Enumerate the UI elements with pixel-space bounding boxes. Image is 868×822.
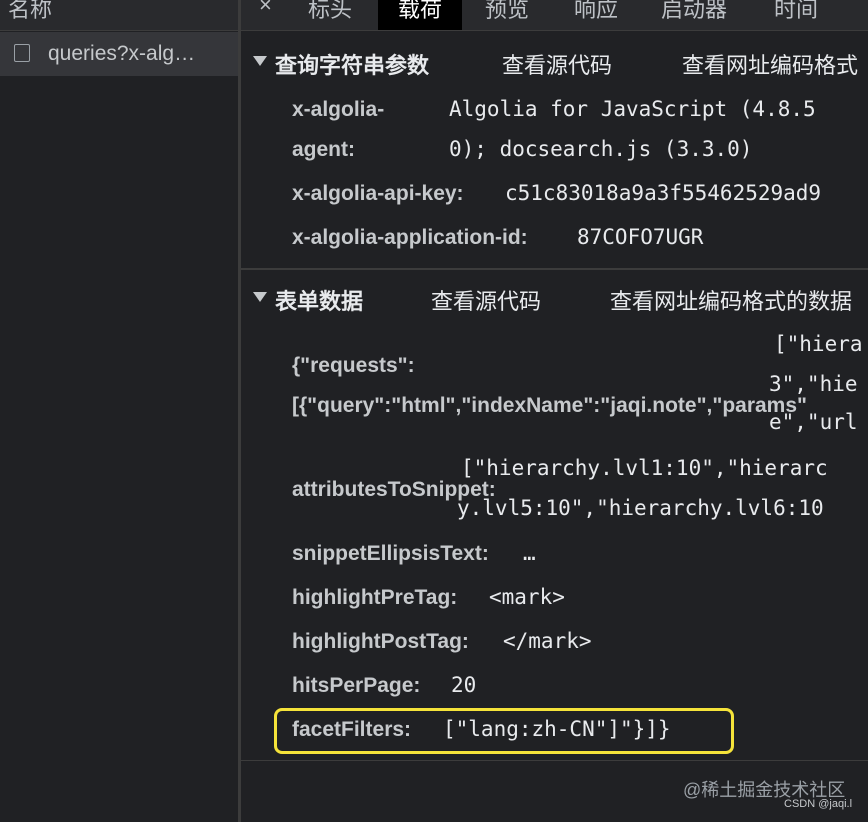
request-checkbox-icon[interactable]	[14, 44, 30, 62]
form-key: snippetEllipsisText:	[292, 542, 489, 565]
form-value: 3","hie	[769, 372, 858, 396]
form-value: ["hierarchy.lvl1:10","hierarc	[461, 456, 828, 480]
form-key: facetFilters:	[292, 718, 412, 741]
form-value: <mark>	[489, 585, 565, 609]
param-value: 0); docsearch.js (3.3.0)	[449, 137, 753, 161]
form-key: {"requests":	[292, 354, 415, 377]
details-tab-bar: × 标头 载荷 预览 响应 启动器 时间	[241, 0, 868, 31]
form-value: </mark>	[503, 629, 592, 653]
param-key: x-algolia-api-key:	[292, 182, 464, 205]
form-key: [{"query":"html","indexName":"jaqi.note"…	[292, 394, 807, 417]
form-value: …	[523, 541, 536, 565]
tab-timing[interactable]: 时间	[774, 0, 818, 24]
param-key: x-algolia-	[292, 98, 385, 121]
form-value: ["lang:zh-CN"]"}]}	[443, 717, 671, 741]
tab-headers[interactable]: 标头	[308, 0, 352, 24]
expand-triangle-icon[interactable]	[253, 56, 267, 66]
form-data-section-header[interactable]: 表单数据 查看源代码 查看网址编码格式的数据	[241, 274, 868, 320]
form-value: y.lvl5:10","hierarchy.lvl6:10	[457, 496, 824, 520]
param-value: c51c83018a9a3f55462529ad9	[505, 181, 822, 205]
query-string-section-header[interactable]: 查询字符串参数 查看源代码 查看网址编码格式	[241, 38, 868, 84]
tab-preview[interactable]: 预览	[485, 0, 529, 24]
tab-payload[interactable]: 载荷	[378, 0, 463, 30]
query-string-title: 查询字符串参数	[275, 53, 430, 78]
form-value: ["hiera	[774, 332, 863, 356]
form-key: highlightPreTag:	[292, 586, 458, 609]
view-url-encoded-button[interactable]: 查看网址编码格式	[682, 48, 858, 80]
form-key: highlightPostTag:	[292, 630, 469, 653]
param-key: x-algolia-application-id:	[292, 226, 528, 249]
param-key: agent:	[292, 138, 355, 161]
view-url-encoded-button[interactable]: 查看网址编码格式的数据	[610, 284, 852, 316]
form-value: e","url	[769, 410, 858, 434]
view-source-button[interactable]: 查看源代码	[431, 284, 541, 316]
request-details-panel: × 标头 载荷 预览 响应 启动器 时间 查询字符串参数 查看源代码 查看网址编…	[241, 0, 868, 822]
form-data-title: 表单数据	[275, 289, 364, 314]
tab-response[interactable]: 响应	[574, 0, 618, 24]
name-column-header[interactable]: 名称	[0, 0, 238, 31]
request-name: queries?x-alg…	[48, 42, 196, 65]
request-row[interactable]: queries?x-alg…	[0, 32, 238, 76]
name-column-label: 名称	[8, 0, 53, 22]
close-icon[interactable]: ×	[259, 0, 272, 18]
csdn-watermark: CSDN @jaqi.l	[784, 798, 853, 810]
tab-initiator[interactable]: 启动器	[661, 0, 727, 24]
section-divider	[241, 760, 868, 761]
form-key: hitsPerPage:	[292, 674, 421, 697]
request-list-panel: 名称 queries?x-alg…	[0, 0, 238, 822]
param-value: Algolia for JavaScript (4.8.5	[449, 97, 816, 121]
section-divider	[241, 268, 868, 270]
view-source-button[interactable]: 查看源代码	[502, 48, 612, 80]
param-value: 87COFO7UGR	[577, 225, 704, 249]
form-value: 20	[451, 673, 477, 697]
expand-triangle-icon[interactable]	[253, 292, 267, 302]
